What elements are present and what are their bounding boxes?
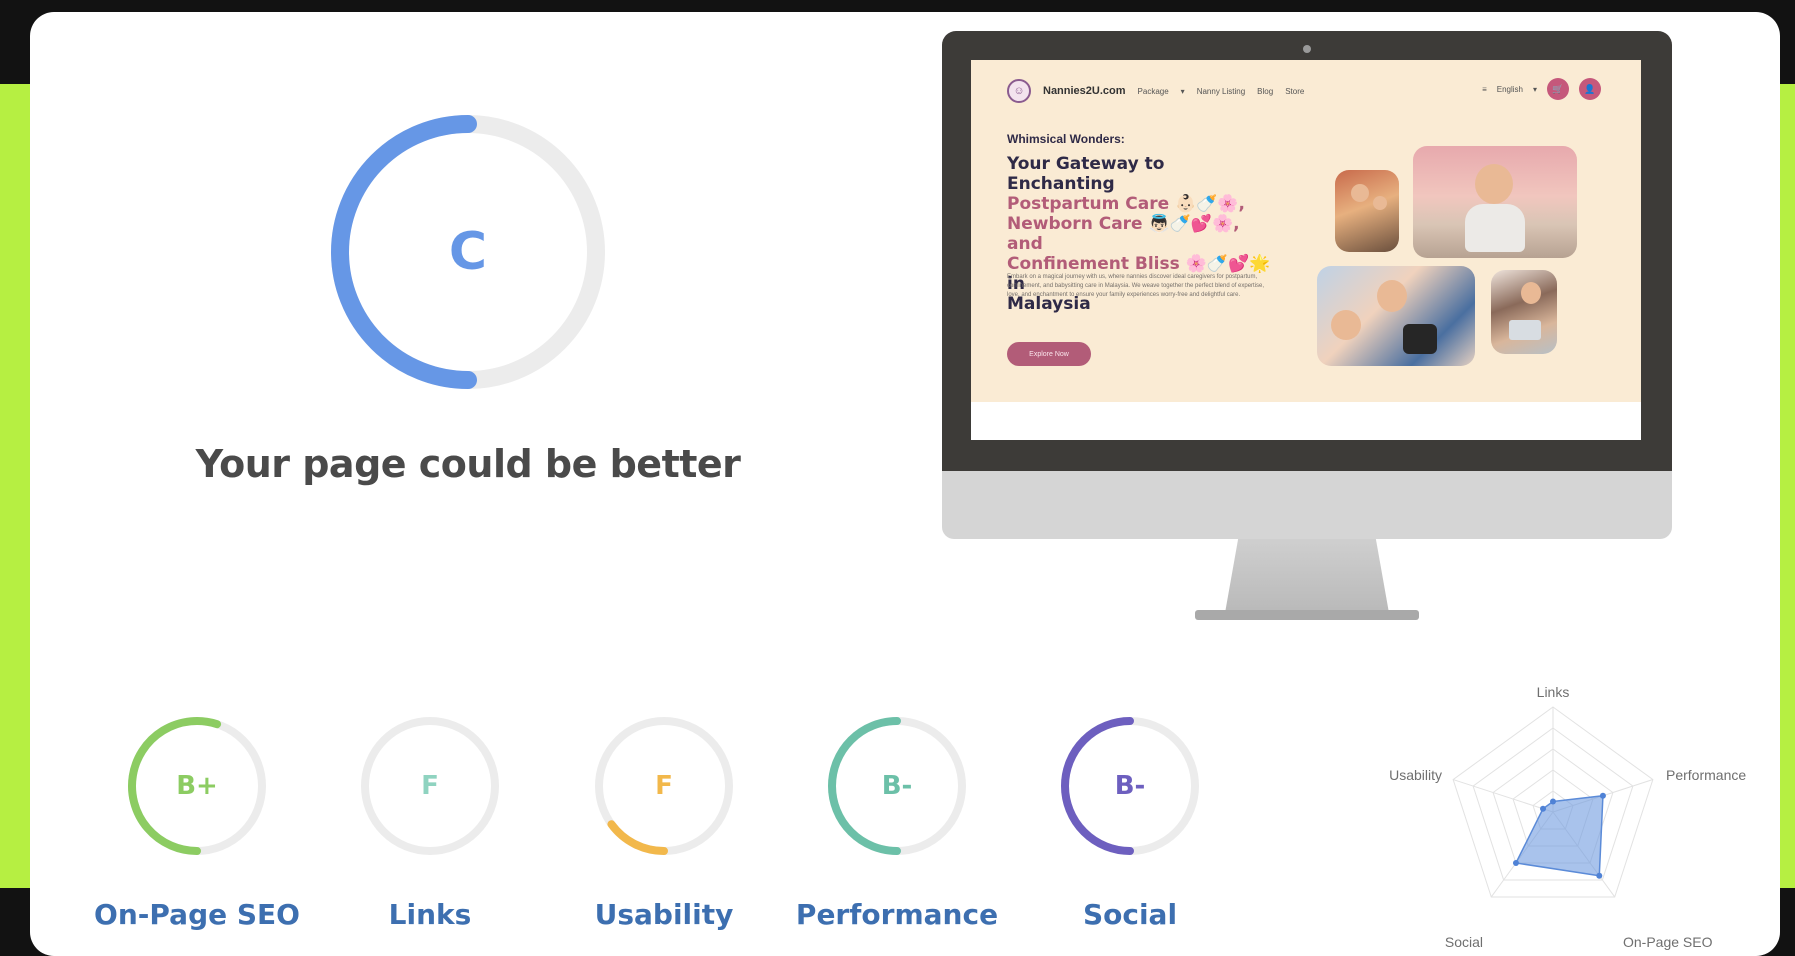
hero-photo-baby xyxy=(1413,146,1577,258)
monitor-chin xyxy=(942,471,1672,539)
grade-letter: B- xyxy=(881,771,913,801)
website-preview[interactable]: ☺ Nannies2U.com Package ▾ Nanny Listing … xyxy=(971,60,1641,440)
nav-item-blog[interactable]: Blog xyxy=(1257,87,1273,96)
chevron-down-icon: ▾ xyxy=(1532,84,1537,94)
radar-spoke xyxy=(1452,779,1554,813)
radar-chart: Links Performance On-Page SEO Social Usabili… xyxy=(1389,684,1746,950)
grade-letter: B- xyxy=(1114,771,1146,801)
report-card: C Your page could be better ☺ Nannies2U.… xyxy=(30,12,1780,956)
radar-point xyxy=(1550,798,1556,805)
explore-now-button[interactable]: Explore Now xyxy=(1007,342,1091,366)
grade-letter: F xyxy=(421,771,439,801)
camera-dot xyxy=(1303,45,1311,53)
radar-point xyxy=(1540,805,1547,812)
nav-item-package[interactable]: Package xyxy=(1138,87,1169,96)
cart-icon[interactable]: 🛒 xyxy=(1547,78,1569,100)
radar-point xyxy=(1599,792,1606,799)
radar-axis-label: Links xyxy=(1537,684,1570,700)
monitor-base xyxy=(1195,610,1419,620)
category-label[interactable]: On-Page SEO xyxy=(87,898,307,931)
radar-axis-label: Social xyxy=(1445,934,1483,950)
radar-point xyxy=(1596,872,1603,879)
menu-icon: ≡ xyxy=(1482,84,1487,94)
category-label[interactable]: Performance xyxy=(787,898,1007,931)
main-grade-letter: C xyxy=(448,222,488,282)
chevron-down-icon: ▾ xyxy=(1180,86,1185,96)
radar-axis-label: Performance xyxy=(1666,767,1746,783)
radar-axis-label: Usability xyxy=(1389,767,1442,783)
monitor-stand xyxy=(1225,539,1389,613)
user-icon[interactable]: 👤 xyxy=(1579,78,1601,100)
grade-letter: B+ xyxy=(176,771,218,801)
preview-nav-right: ≡ English ▾ 🛒 👤 xyxy=(1482,78,1601,100)
hero-description: Embark on a magical journey with us, whe… xyxy=(1007,274,1265,298)
hero-photo-family xyxy=(1335,170,1399,252)
logo-icon: ☺ xyxy=(1007,79,1031,103)
radar-axis-label: On-Page SEO xyxy=(1623,934,1713,950)
preview-hero: ☺ Nannies2U.com Package ▾ Nanny Listing … xyxy=(971,60,1641,402)
nav-item-nanny-listing[interactable]: Nanny Listing xyxy=(1197,87,1245,96)
category-label[interactable]: Links xyxy=(320,898,540,931)
page-headline: Your page could be better xyxy=(195,442,741,486)
preview-logo: Nannies2U.com xyxy=(1043,85,1126,97)
hero-photo-caregiver xyxy=(1317,266,1475,366)
radar-point xyxy=(1512,859,1519,866)
radar-series-area xyxy=(1514,794,1604,877)
language-select[interactable]: English xyxy=(1497,85,1523,94)
hero-kicker: Whimsical Wonders: xyxy=(1007,132,1125,146)
grade-letter: F xyxy=(655,771,673,801)
category-label[interactable]: Social xyxy=(1020,898,1240,931)
preview-navbar: ☺ Nannies2U.com Package ▾ Nanny Listing … xyxy=(1007,78,1304,104)
category-label[interactable]: Usability xyxy=(554,898,774,931)
nav-item-store[interactable]: Store xyxy=(1285,87,1304,96)
hero-photo-laptop xyxy=(1491,270,1557,354)
